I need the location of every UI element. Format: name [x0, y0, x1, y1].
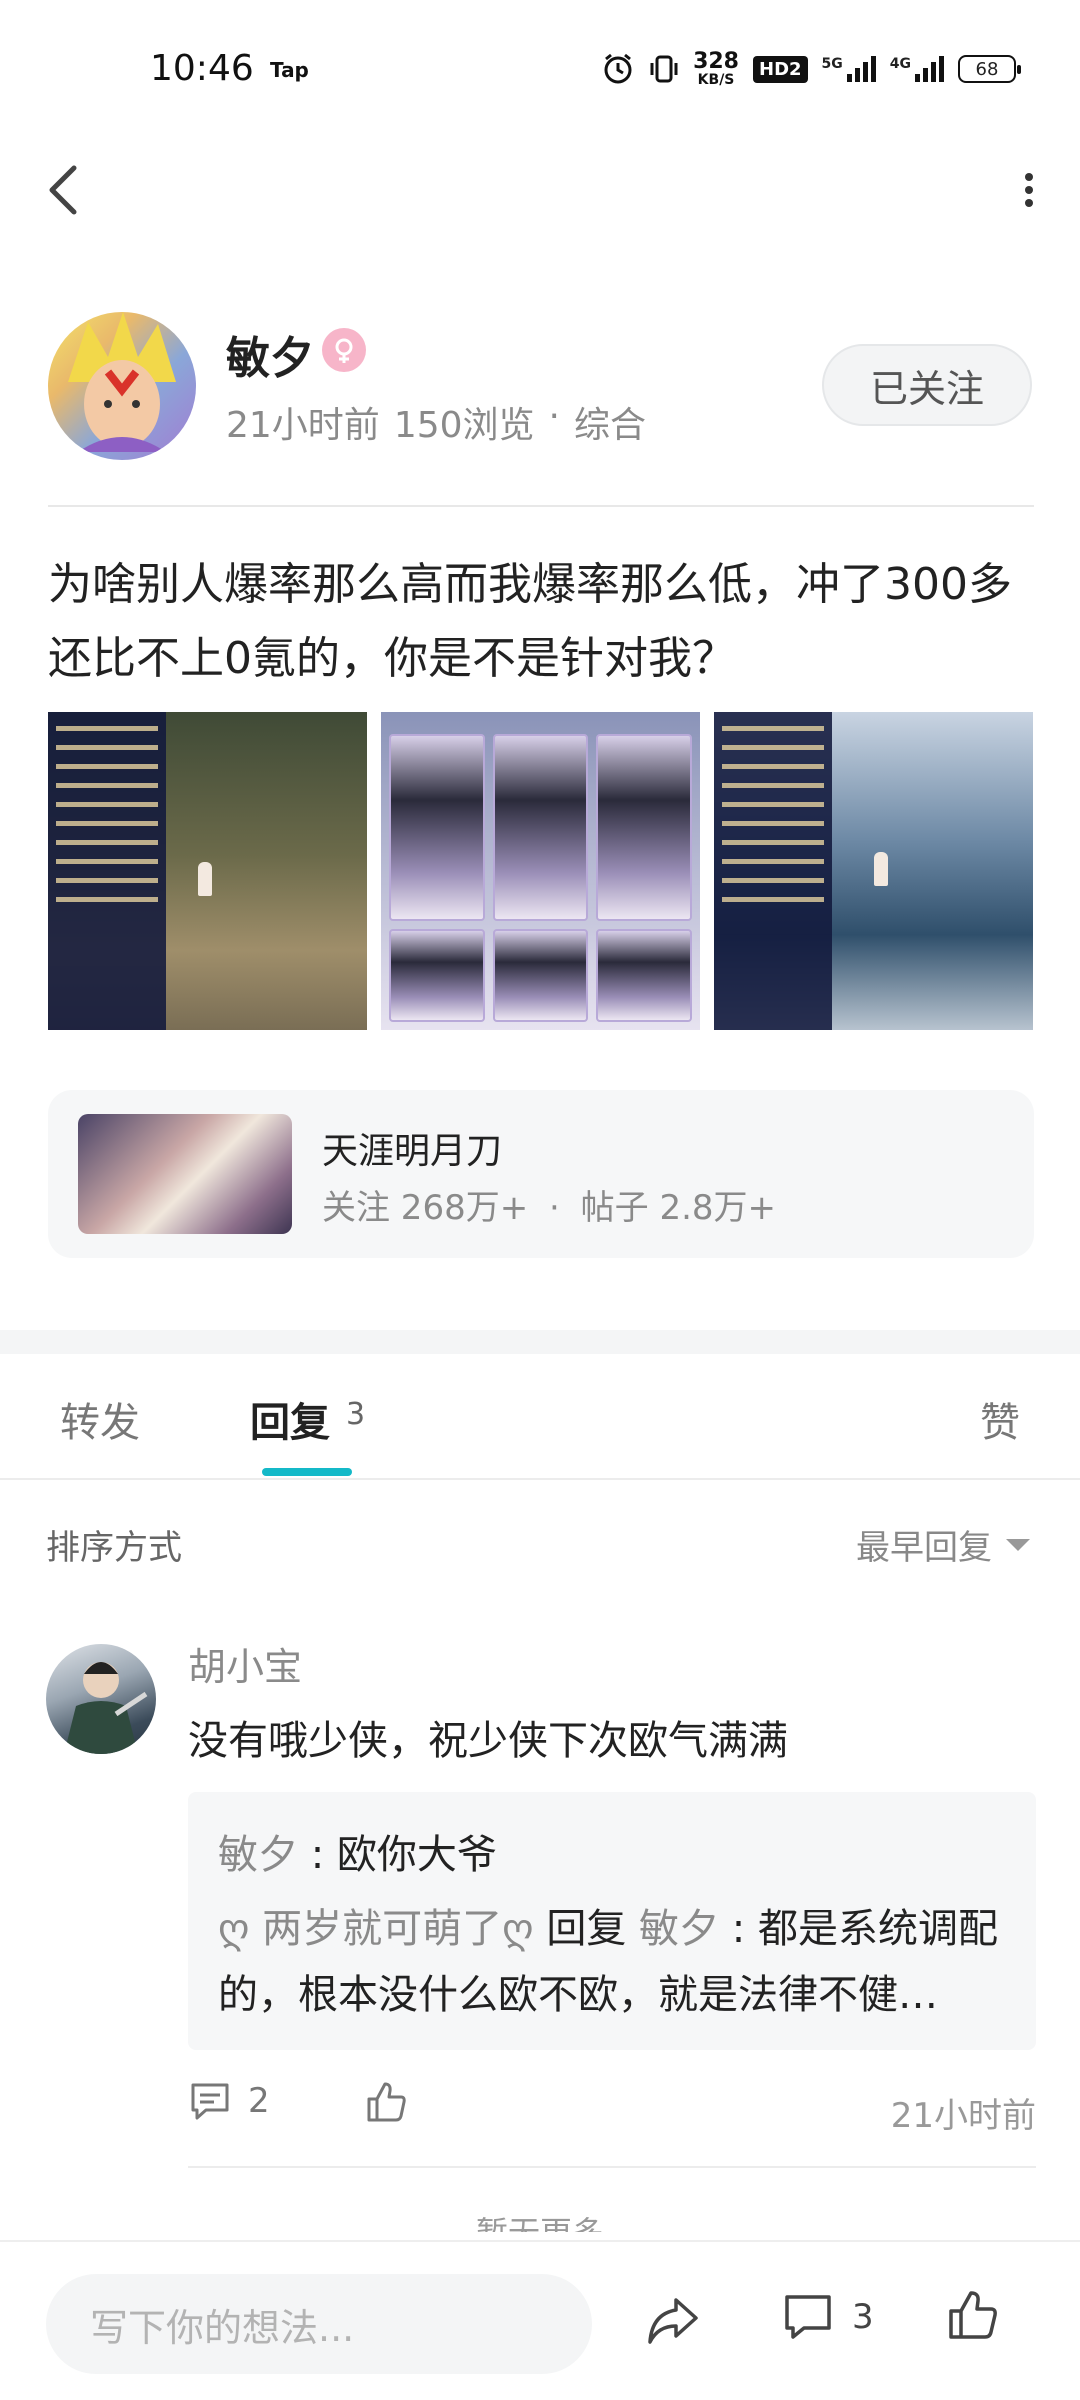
avatar-image	[64, 1662, 148, 1754]
forum-name: 天涯明月刀	[322, 1131, 503, 1172]
signal-4g-label: 4G	[889, 56, 911, 72]
reply-author[interactable]: ღ 两岁就可萌了ღ	[218, 1906, 534, 1952]
signal-5g-label: 5G	[821, 56, 843, 72]
battery-icon: 68	[958, 55, 1021, 83]
divider	[48, 505, 1034, 507]
comment-input[interactable]: 写下你的想法...	[46, 2274, 592, 2374]
signal-5g: 5G	[822, 56, 876, 82]
bottom-action-bar: 写下你的想法... 3	[0, 2240, 1080, 2400]
like-button[interactable]	[946, 2288, 1000, 2346]
divider	[188, 2166, 1036, 2168]
reply-colon: :	[719, 1906, 758, 1952]
thumbs-up-icon	[367, 2082, 406, 2122]
status-time: 10:46	[150, 48, 254, 89]
comments-button[interactable]: 3	[782, 2292, 874, 2342]
divider	[0, 1478, 1080, 1480]
comment-actions: 2 21小时前	[188, 2080, 1036, 2140]
nested-reply: 敏夕 : 欧你大爷	[218, 1822, 497, 1880]
more-options-button[interactable]	[1014, 165, 1044, 215]
share-icon	[648, 2298, 698, 2344]
reply-target[interactable]: 敏夕	[639, 1906, 719, 1952]
reply-verb: 回复	[533, 1906, 640, 1952]
comment-icon	[191, 2083, 229, 2120]
post-image-1[interactable]	[48, 712, 367, 1030]
chevron-left-icon	[49, 165, 77, 215]
post-meta: 21小时前 150浏览 · 综合	[226, 396, 646, 448]
forum-thumbnail	[78, 1114, 292, 1234]
forum-posts: 帖子 2.8万+	[580, 1188, 777, 1228]
tab-repost[interactable]: 转发	[60, 1390, 140, 1448]
signal-bars-icon	[846, 56, 876, 82]
tab-active-indicator	[262, 1468, 352, 1476]
comment-reply-button[interactable]: 2	[188, 2080, 270, 2122]
more-dot	[1025, 173, 1033, 181]
net-speed-value: 328	[693, 49, 739, 74]
forum-stats-separator: ·	[549, 1188, 560, 1228]
more-dot	[1025, 199, 1033, 207]
character-cards	[389, 734, 692, 1022]
post-time: 21小时前	[226, 405, 380, 446]
net-speed-unit: KB/S	[697, 72, 735, 88]
comment-body: 没有哦少侠，祝少侠下次欧气满满	[188, 1718, 788, 1764]
post-image-grid	[48, 712, 1034, 1030]
tab-reply-count: 3	[346, 1397, 366, 1432]
nested-reply: ღ 两岁就可萌了ღ 回复 敏夕 : 都是系统调配的，根本没什么欧不欧，就是法律不…	[218, 1896, 1018, 2028]
section-divider	[0, 1330, 1080, 1354]
tab-reply[interactable]: 回复	[250, 1390, 330, 1448]
commenter-avatar[interactable]	[46, 1644, 156, 1754]
post-image-3[interactable]	[714, 712, 1033, 1030]
battery-level: 68	[975, 58, 999, 80]
more-dot	[1025, 186, 1033, 194]
post-views: 150浏览	[393, 405, 535, 446]
hd-badge: HD2	[753, 55, 808, 83]
game-chat-panel	[714, 712, 832, 1030]
game-character	[198, 862, 212, 896]
no-more-text: 暂无更多	[0, 2208, 1080, 2232]
thumbs-up-icon	[949, 2291, 997, 2339]
signal-4g: 4G	[890, 56, 944, 82]
tab-like[interactable]: 赞	[980, 1390, 1020, 1448]
caret-down-icon	[1006, 1538, 1030, 1551]
comment-reply-count: 2	[248, 2081, 270, 2121]
game-character	[874, 852, 888, 886]
follow-button[interactable]: 已关注	[822, 344, 1032, 426]
comment-like-button[interactable]	[364, 2080, 408, 2128]
sort-dropdown[interactable]: 最早回复	[856, 1520, 1030, 1569]
forum-card[interactable]: 天涯明月刀 关注 268万+ · 帖子 2.8万+	[48, 1090, 1034, 1258]
reply-text: 欧你大爷	[336, 1832, 497, 1878]
signal-bars-icon	[915, 56, 944, 82]
comments-count: 3	[852, 2297, 874, 2337]
alarm-icon	[601, 52, 635, 86]
status-icons: 328 KB/S HD2 5G 4G 68	[601, 44, 1021, 94]
forum-followers: 关注 268万+	[322, 1188, 529, 1228]
post-body: 为啥别人爆率那么高而我爆率那么低，冲了300多还比不上0氪的，你是不是针对我？	[48, 559, 1012, 684]
comment-icon	[785, 2295, 831, 2339]
sort-selected: 最早回复	[856, 1528, 992, 1568]
game-chat-panel	[48, 712, 166, 1030]
author-name[interactable]: 敏夕	[226, 322, 314, 386]
nested-replies[interactable]: 敏夕 : 欧你大爷 ღ 两岁就可萌了ღ 回复 敏夕 : 都是系统调配的，根本没什…	[188, 1792, 1036, 2050]
status-bar: 10:46 Tap 328 KB/S HD2 5G 4G 68	[0, 0, 1080, 140]
reply-author[interactable]: 敏夕	[218, 1832, 298, 1878]
post-image-2[interactable]	[381, 712, 700, 1030]
sort-label: 排序方式	[46, 1528, 182, 1568]
author-avatar[interactable]	[48, 312, 196, 460]
meta-separator: ·	[548, 396, 560, 437]
female-icon	[322, 328, 366, 372]
vibrate-icon	[649, 53, 679, 85]
post-category[interactable]: 综合	[574, 396, 646, 448]
forum-stats: 关注 268万+ · 帖子 2.8万+	[322, 1180, 776, 1229]
avatar-image	[68, 312, 176, 452]
share-button[interactable]	[644, 2294, 702, 2352]
back-button[interactable]	[40, 160, 90, 220]
app-tag: Tap	[270, 58, 309, 82]
comment-time: 21小时前	[890, 2096, 1036, 2136]
comment-author[interactable]: 胡小宝	[188, 1636, 302, 1691]
reply-colon: :	[298, 1832, 337, 1878]
net-speed: 328 KB/S	[693, 49, 739, 88]
